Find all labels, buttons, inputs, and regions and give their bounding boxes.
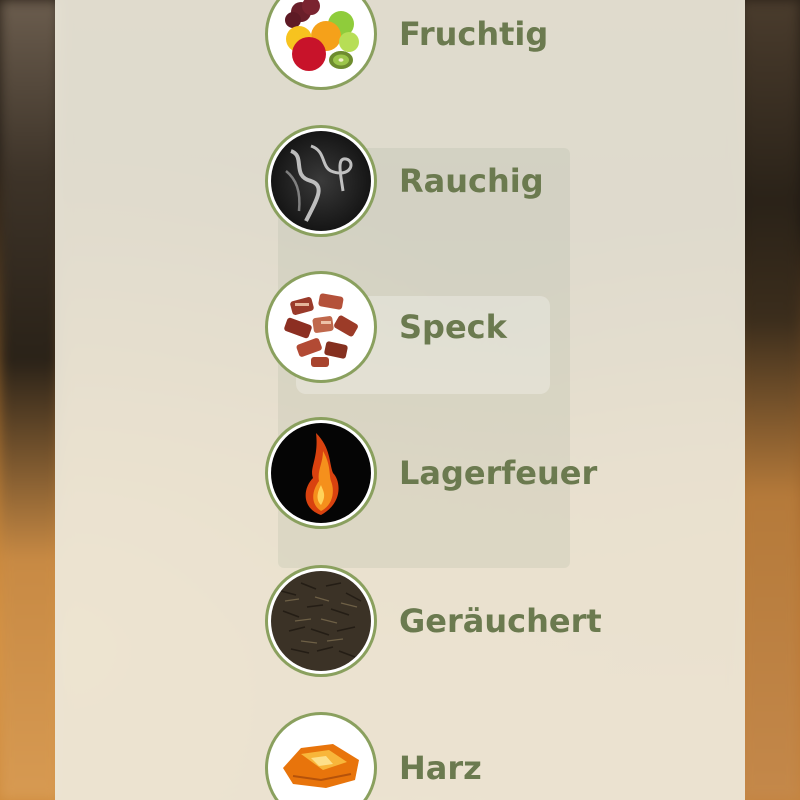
smoke-icon <box>265 125 377 237</box>
flavor-label: Rauchig <box>399 162 544 200</box>
fruit-bowl-icon <box>265 0 377 90</box>
bacon-icon <box>265 271 377 383</box>
flavor-label: Fruchtig <box>399 15 549 53</box>
flavor-list: Fruchtig Rauchig Speck Lagerfeuer Geräuc… <box>0 0 800 800</box>
flavor-item-rauchig[interactable]: Rauchig <box>265 122 705 240</box>
flavor-item-speck[interactable]: Speck <box>265 268 705 386</box>
fire-icon <box>265 417 377 529</box>
flavor-label: Lagerfeuer <box>399 454 598 492</box>
resin-icon <box>265 712 377 800</box>
flavor-item-geraeuchert[interactable]: Geräuchert <box>265 562 705 680</box>
flavor-item-lagerfeuer[interactable]: Lagerfeuer <box>265 414 705 532</box>
flavor-item-fruchtig[interactable]: Fruchtig <box>265 0 705 93</box>
flavor-item-harz[interactable]: Harz <box>265 709 705 800</box>
flavor-label: Geräuchert <box>399 602 602 640</box>
flavor-label: Speck <box>399 308 507 346</box>
flavor-label: Harz <box>399 749 482 787</box>
smoked-tea-leaves-icon <box>265 565 377 677</box>
